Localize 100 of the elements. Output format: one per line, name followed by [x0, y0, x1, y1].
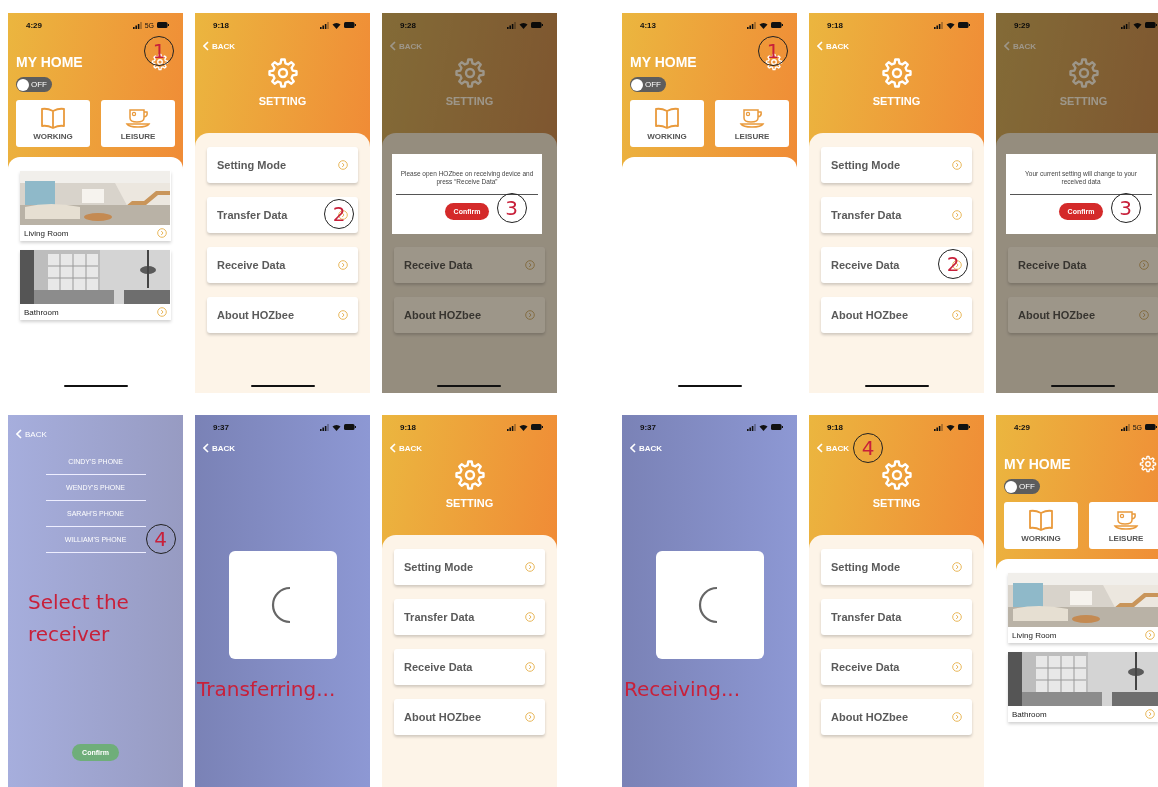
menu-item[interactable]: Setting Mode [207, 147, 358, 183]
arrow-circle-icon [952, 562, 962, 572]
signal-icon [934, 423, 943, 431]
cup-icon [1113, 508, 1139, 531]
wifi-icon [519, 423, 528, 431]
menu-item[interactable]: About HOZbee [821, 297, 972, 333]
power-toggle[interactable]: OFF [1004, 479, 1040, 494]
room-name: Living Room [24, 228, 69, 238]
battery-icon [771, 22, 783, 28]
status-time: 4:29 [26, 20, 42, 30]
arrow-circle-icon [525, 662, 535, 672]
back-button[interactable]: BACK [203, 443, 236, 453]
wifi-icon [759, 21, 768, 29]
mode-card[interactable]: WORKING [1004, 502, 1078, 549]
status-time: 9:18 [213, 20, 229, 30]
room-card[interactable]: Bathroom [1008, 652, 1158, 722]
menu-item[interactable]: About HOZbee [1008, 297, 1158, 333]
signal-icon [507, 423, 516, 431]
screen-title: MY HOME [1004, 456, 1071, 472]
wifi-icon [519, 21, 528, 29]
status-time: 9:18 [827, 20, 843, 30]
menu-item[interactable]: Receive Data [207, 247, 358, 283]
annotation-caption: Receiving... [623, 677, 741, 701]
annotation-caption: Transferring... [196, 677, 337, 701]
status-time: 4:13 [640, 20, 656, 30]
screen-title: SETTING [445, 497, 494, 509]
back-button[interactable]: BACK [630, 443, 663, 453]
arrow-circle-icon [952, 310, 962, 320]
signal-icon [747, 423, 756, 431]
room-name: Bathroom [24, 307, 59, 317]
cup-icon [739, 106, 765, 129]
arrow-circle-icon [157, 228, 167, 238]
arrow-circle-icon [338, 310, 348, 320]
menu-item[interactable]: Transfer Data [821, 599, 972, 635]
menu-item[interactable]: Receive Data 2 [821, 247, 972, 283]
status-time: 9:37 [640, 422, 656, 432]
status-time: 9:18 [400, 422, 416, 432]
wifi-icon [946, 423, 955, 431]
mode-card[interactable]: LEISURE [715, 100, 789, 147]
signal-icon [1121, 21, 1130, 29]
chevron-icon [630, 443, 636, 453]
menu-item[interactable]: About HOZbee [394, 297, 545, 333]
battery-icon [157, 22, 169, 28]
cup-icon [125, 106, 151, 129]
room-card[interactable]: Living Room [20, 171, 171, 241]
arrow-circle-icon [1139, 260, 1149, 270]
signal-icon [132, 21, 142, 29]
arrow-circle-icon [952, 160, 962, 170]
power-toggle[interactable]: OFF [16, 77, 52, 92]
arrow-circle-icon [952, 612, 962, 622]
menu-item[interactable]: Receive Data [821, 649, 972, 685]
home-indicator [677, 385, 742, 387]
battery-icon [344, 424, 356, 430]
wifi-icon [332, 423, 341, 431]
menu-item[interactable]: Transfer Data [821, 197, 972, 233]
room-card[interactable]: Living Room [1008, 573, 1158, 643]
menu-item[interactable]: Receive Data [1008, 247, 1158, 283]
menu-item[interactable]: Receive Data [394, 649, 545, 685]
status-time: 9:18 [827, 422, 843, 432]
wifi-icon [946, 21, 955, 29]
status-time: 9:28 [400, 20, 416, 30]
arrow-circle-icon [1139, 310, 1149, 320]
menu-item[interactable]: About HOZbee [821, 699, 972, 735]
home-indicator [1051, 385, 1115, 387]
wifi-icon [759, 423, 768, 431]
screen-title: MY HOME [16, 54, 83, 70]
menu-item[interactable]: About HOZbee [394, 699, 545, 735]
home-indicator [250, 385, 315, 387]
room-card[interactable]: Bathroom [20, 250, 171, 320]
menu-item[interactable]: Receive Data [394, 247, 545, 283]
chevron-icon [16, 429, 22, 439]
book-icon [40, 106, 66, 129]
mode-card[interactable]: WORKING [630, 100, 704, 147]
power-toggle[interactable]: OFF [630, 77, 666, 92]
mode-card[interactable]: LEISURE [101, 100, 175, 147]
mode-card[interactable]: WORKING [16, 100, 90, 147]
battery-icon [1145, 424, 1157, 430]
status-time: 9:29 [1014, 20, 1030, 30]
battery-icon [771, 424, 783, 430]
book-icon [654, 106, 680, 129]
arrow-circle-icon [1145, 630, 1155, 640]
menu-item[interactable]: Transfer Data [394, 599, 545, 635]
chevron-icon [817, 41, 823, 51]
arrow-circle-icon [525, 612, 535, 622]
chevron-icon [817, 443, 823, 453]
signal-icon [320, 423, 329, 431]
arrow-circle-icon [952, 712, 962, 722]
arrow-circle-icon [525, 712, 535, 722]
menu-item[interactable]: Setting Mode [821, 549, 972, 585]
menu-item[interactable]: About HOZbee [207, 297, 358, 333]
battery-icon [344, 22, 356, 28]
chevron-icon [390, 41, 396, 51]
menu-item[interactable]: Setting Mode [394, 549, 545, 585]
mode-card[interactable]: LEISURE [1089, 502, 1158, 549]
menu-item[interactable]: Transfer Data 2 [207, 197, 358, 233]
menu-item[interactable]: Setting Mode [821, 147, 972, 183]
screen-title: SETTING [872, 95, 921, 107]
arrow-circle-icon [525, 562, 535, 572]
annotation-caption: Select the receiver [27, 589, 130, 648]
arrow-circle-icon [338, 160, 348, 170]
